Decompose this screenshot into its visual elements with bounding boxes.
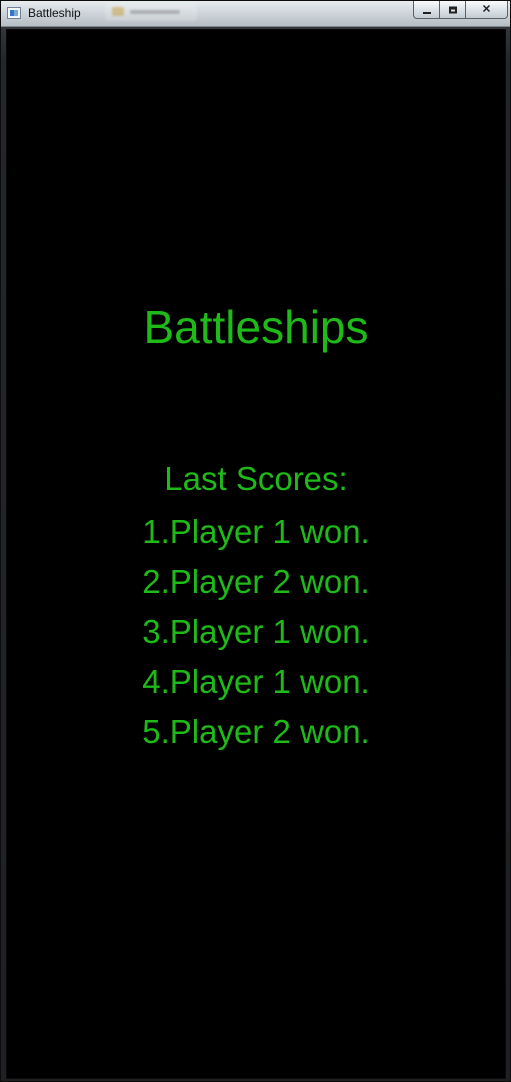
- title-bar[interactable]: Battleship ✕: [1, 1, 510, 27]
- score-item-2: 2.Player 2 won.: [142, 563, 370, 600]
- game-title: Battleships: [143, 301, 369, 353]
- last-scores-list: 1.Player 1 won. 2.Player 2 won. 3.Player…: [6, 507, 506, 757]
- app-window: Battleship ✕ Battleships Last Scores: 1.…: [0, 0, 511, 1082]
- score-item-1: 1.Player 1 won.: [142, 513, 370, 550]
- close-icon: ✕: [481, 3, 492, 15]
- minimize-button[interactable]: [413, 1, 439, 19]
- background-window-ghost-icon: [105, 3, 197, 21]
- minimize-icon: [422, 12, 431, 14]
- game-canvas: Battleships Last Scores: 1.Player 1 won.…: [6, 29, 506, 1079]
- score-item-3: 3.Player 1 won.: [142, 613, 370, 650]
- window-app-icon: [7, 7, 21, 19]
- window-controls: ✕: [413, 1, 508, 19]
- maximize-button[interactable]: [439, 1, 465, 19]
- maximize-icon: [448, 6, 457, 13]
- close-button[interactable]: ✕: [465, 1, 508, 19]
- score-item-5: 5.Player 2 won.: [142, 713, 370, 750]
- score-item-4: 4.Player 1 won.: [142, 663, 370, 700]
- last-scores-heading: Last Scores:: [164, 460, 348, 497]
- window-title: Battleship: [28, 6, 81, 20]
